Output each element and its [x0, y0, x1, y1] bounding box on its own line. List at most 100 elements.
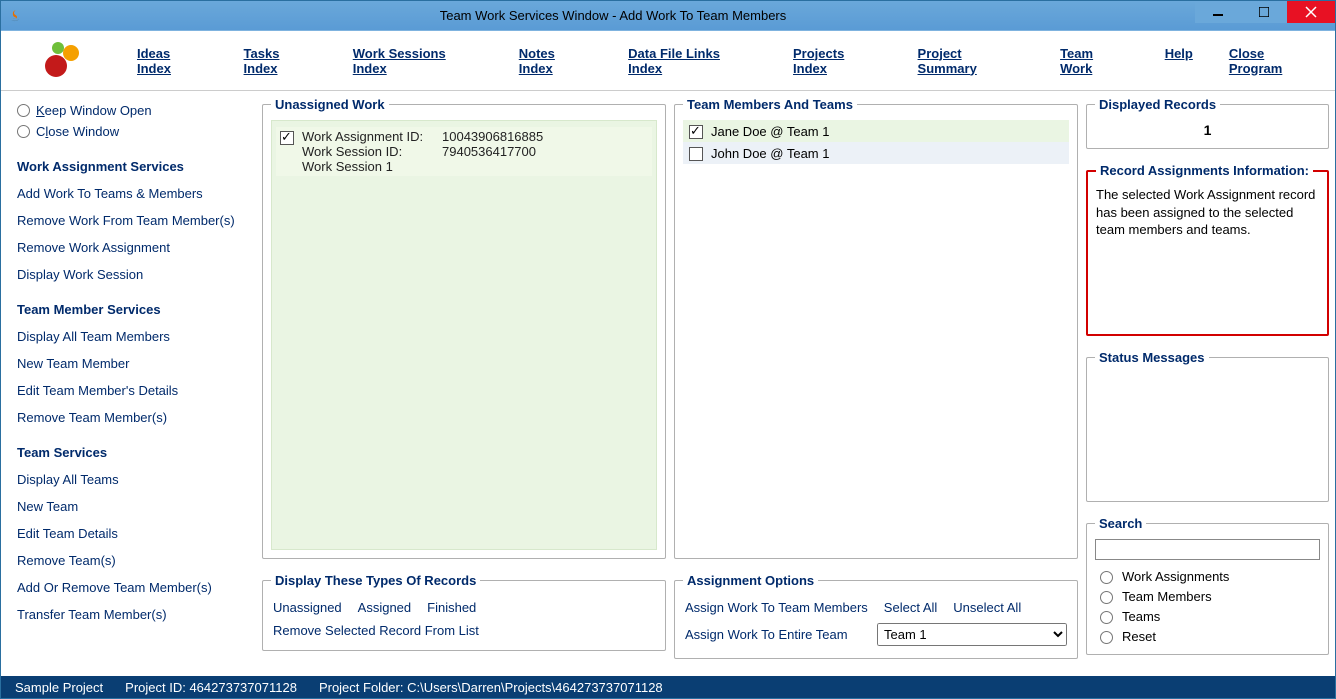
close-window-radio-input[interactable] [17, 125, 30, 138]
filter-assigned[interactable]: Assigned [358, 600, 411, 615]
section-team-services: Team Services [17, 445, 246, 460]
menu-team-work[interactable]: Team Work [1060, 46, 1129, 76]
link-display-work-session[interactable]: Display Work Session [17, 267, 246, 282]
search-option-reset[interactable]: Reset [1095, 626, 1320, 646]
menu-notes-index[interactable]: Notes Index [519, 46, 592, 76]
link-add-work-to-teams[interactable]: Add Work To Teams & Members [17, 186, 246, 201]
sidebar: Keep Window Open Close Window Work Assig… [3, 93, 258, 676]
link-remove-work-from-members[interactable]: Remove Work From Team Member(s) [17, 213, 246, 228]
status-messages-box [1095, 373, 1320, 493]
column-unassigned-work: Unassigned Work Work Assignment ID: 1004… [258, 93, 670, 676]
link-unselect-all[interactable]: Unselect All [953, 600, 1021, 615]
menubar: Ideas Index Tasks Index Work Sessions In… [1, 31, 1335, 91]
column-team-members: Team Members And Teams Jane Doe @ Team 1… [670, 93, 1082, 676]
section-work-assignment-services: Work Assignment Services [17, 159, 246, 174]
link-display-all-team-members[interactable]: Display All Team Members [17, 329, 246, 344]
team-member-checkbox[interactable] [689, 125, 703, 139]
close-window-radio[interactable]: Close Window [17, 124, 246, 139]
maximize-button[interactable] [1241, 1, 1287, 23]
search-label-reset: Reset [1122, 629, 1156, 644]
link-assign-work-to-members[interactable]: Assign Work To Team Members [685, 600, 868, 615]
work-assignment-checkbox[interactable] [280, 131, 294, 145]
minimize-button[interactable] [1195, 1, 1241, 23]
link-edit-team-details[interactable]: Edit Team Details [17, 526, 246, 541]
keep-window-open-radio[interactable]: Keep Window Open [17, 103, 246, 118]
wa-id-label: Work Assignment ID: [302, 129, 432, 144]
link-new-team-member[interactable]: New Team Member [17, 356, 246, 371]
team-member-row[interactable]: John Doe @ Team 1 [683, 142, 1069, 164]
search-option-team-members[interactable]: Team Members [1095, 586, 1320, 606]
link-remove-team[interactable]: Remove Team(s) [17, 553, 246, 568]
window-controls [1195, 1, 1335, 30]
search-radio-work-assignments[interactable] [1100, 571, 1113, 584]
link-new-team[interactable]: New Team [17, 499, 246, 514]
work-assignment-item[interactable]: Work Assignment ID: 10043906816885 Work … [276, 127, 652, 176]
work-assignment-details: Work Assignment ID: 10043906816885 Work … [302, 129, 543, 174]
team-member-label: John Doe @ Team 1 [711, 146, 829, 161]
record-assignments-info-text: The selected Work Assignment record has … [1096, 186, 1319, 326]
app-window: Team Work Services Window - Add Work To … [0, 0, 1336, 699]
team-member-row[interactable]: Jane Doe @ Team 1 [683, 120, 1069, 142]
team-members-list[interactable]: Jane Doe @ Team 1 John Doe @ Team 1 [683, 120, 1069, 550]
titlebar: Team Work Services Window - Add Work To … [1, 1, 1335, 31]
menu-work-sessions-index[interactable]: Work Sessions Index [353, 46, 483, 76]
close-button[interactable] [1287, 1, 1335, 23]
legend-status-messages: Status Messages [1095, 350, 1209, 365]
search-label-teams: Teams [1122, 609, 1160, 624]
search-radio-team-members[interactable] [1100, 591, 1113, 604]
search-radio-teams[interactable] [1100, 611, 1113, 624]
ws-id-label: Work Session ID: [302, 144, 432, 159]
java-icon [7, 8, 23, 24]
search-label-work-assignments: Work Assignments [1122, 569, 1229, 584]
link-transfer-team-member[interactable]: Transfer Team Member(s) [17, 607, 246, 622]
link-add-or-remove-team-member[interactable]: Add Or Remove Team Member(s) [17, 580, 246, 595]
column-right: Displayed Records 1 Record Assignments I… [1082, 93, 1333, 676]
link-select-all[interactable]: Select All [884, 600, 937, 615]
search-radio-reset[interactable] [1100, 631, 1113, 644]
menu-projects-index[interactable]: Projects Index [793, 46, 882, 76]
link-assign-work-to-team[interactable]: Assign Work To Entire Team [685, 627, 848, 642]
status-project-name: Sample Project [15, 680, 103, 695]
statusbar: Sample Project Project ID: 4642737370711… [1, 676, 1335, 698]
search-option-work-assignments[interactable]: Work Assignments [1095, 566, 1320, 586]
wa-id-value: 10043906816885 [442, 129, 543, 144]
app-logo-icon [41, 38, 87, 84]
link-edit-team-member[interactable]: Edit Team Member's Details [17, 383, 246, 398]
filter-finished[interactable]: Finished [427, 600, 476, 615]
legend-record-assignments-info: Record Assignments Information: [1096, 163, 1313, 178]
team-member-checkbox[interactable] [689, 147, 703, 161]
team-member-label: Jane Doe @ Team 1 [711, 124, 829, 139]
fieldset-unassigned-work: Unassigned Work Work Assignment ID: 1004… [262, 97, 666, 559]
fieldset-status-messages: Status Messages [1086, 350, 1329, 502]
legend-team-members: Team Members And Teams [683, 97, 857, 112]
fieldset-displayed-records: Displayed Records 1 [1086, 97, 1329, 149]
close-window-label: Close Window [36, 124, 119, 139]
status-project-folder: Project Folder: C:\Users\Darren\Projects… [319, 680, 663, 695]
menu-ideas-index[interactable]: Ideas Index [137, 46, 208, 76]
link-remove-team-member[interactable]: Remove Team Member(s) [17, 410, 246, 425]
link-display-all-teams[interactable]: Display All Teams [17, 472, 246, 487]
fieldset-record-assignments-info: Record Assignments Information: The sele… [1086, 163, 1329, 336]
section-team-member-services: Team Member Services [17, 302, 246, 317]
status-project-id: Project ID: 464273737071128 [125, 680, 297, 695]
search-input[interactable] [1095, 539, 1320, 560]
ws-id-value: 7940536417700 [442, 144, 536, 159]
link-remove-work-assignment[interactable]: Remove Work Assignment [17, 240, 246, 255]
window-title: Team Work Services Window - Add Work To … [31, 8, 1195, 23]
filter-unassigned[interactable]: Unassigned [273, 600, 342, 615]
team-select[interactable]: Team 1 [877, 623, 1067, 646]
menu-data-file-links-index[interactable]: Data File Links Index [628, 46, 757, 76]
keep-window-open-label: Keep Window Open [36, 103, 152, 118]
menu-close-program[interactable]: Close Program [1229, 46, 1321, 76]
fieldset-search: Search Work Assignments Team Members Tea… [1086, 516, 1329, 655]
link-remove-selected-record[interactable]: Remove Selected Record From List [273, 623, 479, 638]
fieldset-assignment-options: Assignment Options Assign Work To Team M… [674, 573, 1078, 659]
menu-tasks-index[interactable]: Tasks Index [244, 46, 317, 76]
menu-help[interactable]: Help [1165, 46, 1193, 76]
fieldset-team-members: Team Members And Teams Jane Doe @ Team 1… [674, 97, 1078, 559]
keep-window-open-radio-input[interactable] [17, 104, 30, 117]
menu-project-summary[interactable]: Project Summary [918, 46, 1025, 76]
unassigned-work-list[interactable]: Work Assignment ID: 10043906816885 Work … [271, 120, 657, 550]
search-option-teams[interactable]: Teams [1095, 606, 1320, 626]
legend-search: Search [1095, 516, 1146, 531]
